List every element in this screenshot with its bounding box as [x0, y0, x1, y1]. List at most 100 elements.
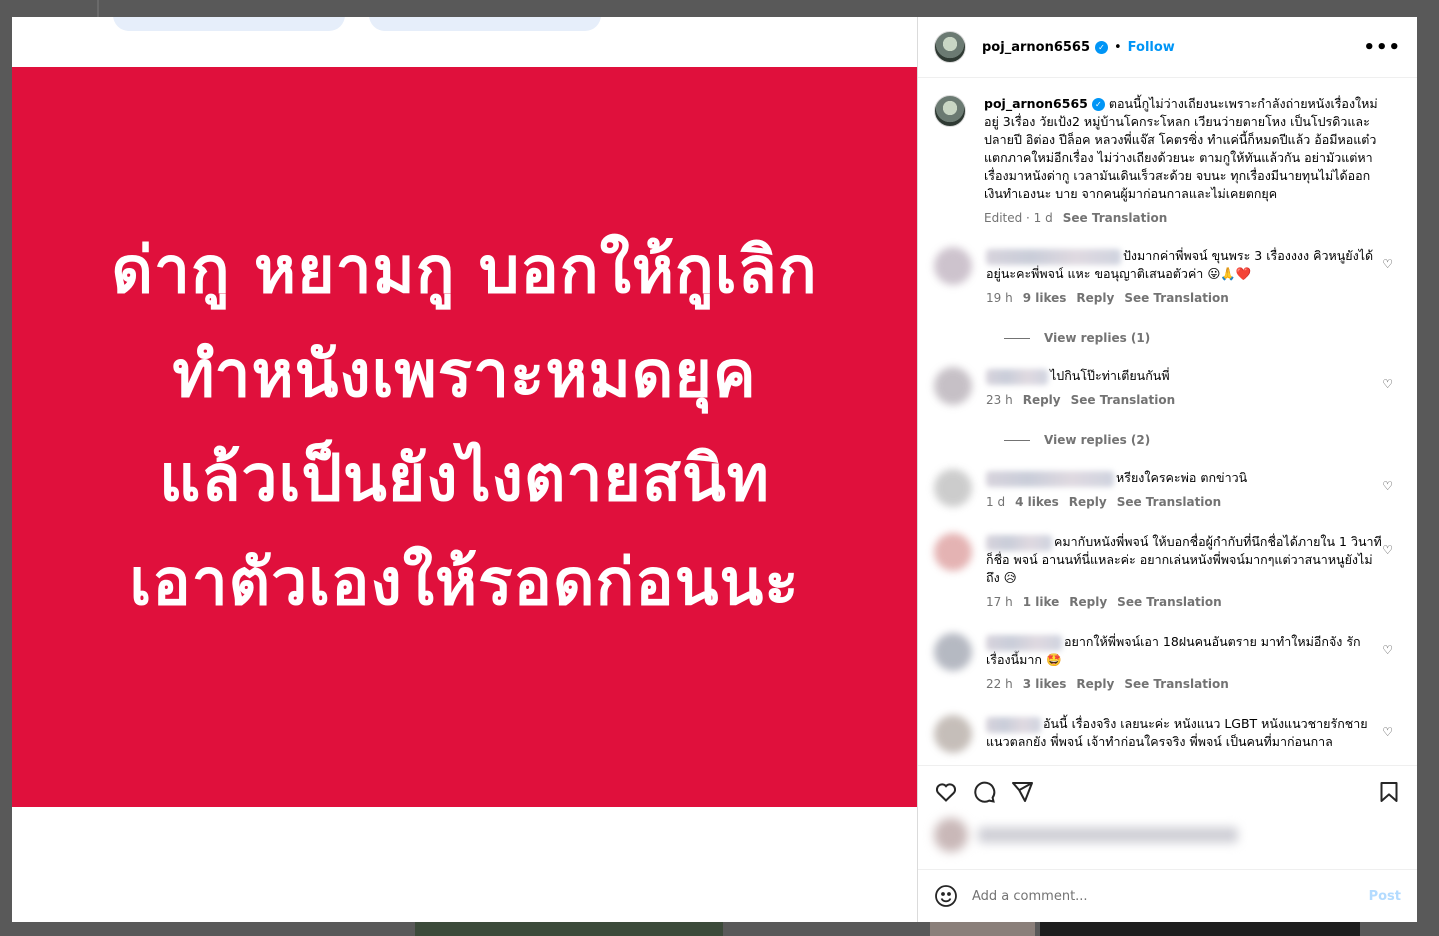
emoji-icon[interactable]: [934, 884, 958, 908]
comment-item: ไปกินโป๊ะท่าเตียนกันพี่ 23 h Reply See T…: [934, 367, 1403, 409]
comment-time: 22 h: [986, 677, 1013, 691]
avatar[interactable]: [934, 367, 972, 405]
comment-input[interactable]: [972, 888, 1369, 904]
comment-text: อันนี้ เรื่องจริง เลยนะค่ะ หนังแนว LGBT …: [986, 716, 1368, 749]
avatar[interactable]: [934, 95, 966, 127]
comment-likes[interactable]: 1 like: [1023, 593, 1060, 611]
view-replies-label: View replies (2): [1044, 433, 1151, 447]
verified-badge-icon: ✓: [1095, 40, 1108, 54]
comment-body: คมากับหนังพี่พจน์ ให้บอกชื่อผู้กำกับที่น…: [986, 533, 1384, 611]
see-translation-link[interactable]: See Translation: [1117, 493, 1222, 511]
post-comment-button[interactable]: Post: [1369, 889, 1401, 904]
avatar[interactable]: [934, 533, 972, 571]
comment-icon[interactable]: [972, 780, 996, 804]
comment-time: 23 h: [986, 393, 1013, 407]
post-image-text-line: แล้วเป็นยังไงตายสนิท: [159, 442, 770, 516]
comment-time: 1 d: [986, 495, 1006, 509]
caption-text: ตอนนี้กูไม่ว่างเถียงนะเพราะกำลังถ่ายหนัง…: [984, 96, 1378, 201]
comment-item: หรียงใครคะพ่อ ตกข่าวนิ 1 d 4 likes Reply…: [934, 469, 1403, 511]
avatar[interactable]: [934, 469, 972, 507]
comment-likes[interactable]: 3 likes: [1023, 675, 1067, 693]
reply-button[interactable]: Reply: [1023, 391, 1061, 409]
comments-scroll-area[interactable]: poj_arnon6565 ✓ ตอนนี้กูไม่ว่างเถียงนะเพรา…: [918, 79, 1417, 764]
more-options-icon[interactable]: •••: [1363, 37, 1401, 58]
background-thumb: [930, 922, 1035, 936]
comment-text: ไปกินโป๊ะท่าเตียนกันพี่: [1050, 368, 1170, 383]
comment-username-redacted[interactable]: [986, 534, 1052, 551]
comment-emojis: 🤩: [1045, 652, 1062, 667]
post-image-text-line: เอาตัวเองให้รอดก่อนนะ: [129, 546, 800, 620]
avatar[interactable]: [934, 31, 966, 63]
comment-username-redacted[interactable]: [986, 470, 1114, 487]
post-image-text-line: ด่ากู หยามกู บอกให้กูเลิก: [111, 234, 818, 308]
post-image: ด่ากู หยามกู บอกให้กูเลิก ทำหนังเพราะหมด…: [12, 67, 917, 807]
comment-like-heart-icon[interactable]: ♡: [1382, 377, 1393, 391]
comment-like-heart-icon[interactable]: ♡: [1382, 725, 1393, 739]
comment-item: อันนี้ เรื่องจริง เลยนะค่ะ หนังแนว LGBT …: [934, 715, 1403, 753]
comment-text: หรียงใครคะพ่อ ตกข่าวนิ: [1116, 470, 1248, 485]
comment-body: หรียงใครคะพ่อ ตกข่าวนิ 1 d 4 likes Reply…: [986, 469, 1384, 511]
caption-username[interactable]: poj_arnon6565: [984, 96, 1088, 111]
comment-emojis: 😥: [1003, 570, 1017, 585]
view-replies-button[interactable]: View replies (2): [1004, 433, 1403, 447]
comment-likes[interactable]: 9 likes: [1023, 289, 1067, 307]
caption: poj_arnon6565 ✓ ตอนนี้กูไม่ว่างเถียงนะเพรา…: [934, 95, 1403, 227]
comment-body: ไปกินโป๊ะท่าเตียนกันพี่ 23 h Reply See T…: [986, 367, 1384, 409]
view-replies-line: [1004, 337, 1030, 339]
comment-meta: 1 d 4 likes Reply See Translation: [986, 493, 1384, 511]
comment-body: อันนี้ เรื่องจริง เลยนะค่ะ หนังแนว LGBT …: [986, 715, 1384, 753]
comment-time: 19 h: [986, 291, 1013, 305]
see-translation-link[interactable]: See Translation: [1124, 675, 1229, 693]
comment-item: ปังมากค่าพี่พจน์ ขุนพระ 3 เรื่องงงง คิวห…: [934, 247, 1403, 307]
reply-button[interactable]: Reply: [1069, 493, 1107, 511]
post-header: poj_arnon6565 ✓ • Follow •••: [918, 17, 1417, 78]
comment-item: อยากให้พี่พจน์เอา 18ฝนคนอันตราย มาทำใหม่…: [934, 633, 1403, 693]
comment-body: อยากให้พี่พจน์เอา 18ฝนคนอันตราย มาทำใหม่…: [986, 633, 1384, 693]
view-replies-button[interactable]: View replies (1): [1004, 331, 1403, 345]
view-replies-label: View replies (1): [1044, 331, 1151, 345]
liked-by-redacted: [934, 818, 1401, 852]
comment-composer: Post: [918, 869, 1417, 922]
comment-meta: 23 h Reply See Translation: [986, 391, 1384, 409]
avatar[interactable]: [934, 633, 972, 671]
follow-button[interactable]: Follow: [1128, 40, 1175, 55]
comment-like-heart-icon[interactable]: ♡: [1382, 643, 1393, 657]
background-thumb: [1040, 922, 1360, 936]
see-translation-link[interactable]: See Translation: [1117, 593, 1222, 611]
see-translation-link[interactable]: See Translation: [1071, 391, 1176, 409]
comment-username-redacted[interactable]: [986, 248, 1121, 265]
bookmark-icon[interactable]: [1377, 780, 1401, 804]
avatar[interactable]: [934, 247, 972, 285]
background-thumb: [415, 922, 723, 936]
background-feed: [97, 0, 99, 17]
heart-icon[interactable]: [934, 780, 958, 804]
comment-username-redacted[interactable]: [986, 368, 1048, 385]
comment-emojis: 😛🙏❤️: [1207, 266, 1252, 281]
verified-badge-icon: ✓: [1091, 98, 1105, 111]
reply-button[interactable]: Reply: [1076, 289, 1114, 307]
comment-body: ปังมากค่าพี่พจน์ ขุนพระ 3 เรื่องงงง คิวห…: [986, 247, 1384, 307]
comment-like-heart-icon[interactable]: ♡: [1382, 479, 1393, 493]
post-actions: [918, 765, 1417, 855]
comment-time: 17 h: [986, 595, 1013, 609]
comment-meta: 17 h 1 like Reply See Translation: [986, 593, 1384, 611]
caption-body: poj_arnon6565 ✓ ตอนนี้กูไม่ว่างเถียงนะเพรา…: [984, 95, 1382, 227]
comment-like-heart-icon[interactable]: ♡: [1382, 543, 1393, 557]
comment-item: คมากับหนังพี่พจน์ ให้บอกชื่อผู้กำกับที่น…: [934, 533, 1403, 611]
comment-like-heart-icon[interactable]: ♡: [1382, 257, 1393, 271]
see-translation-link[interactable]: See Translation: [1063, 209, 1168, 227]
avatar[interactable]: [934, 715, 972, 753]
share-icon[interactable]: [1010, 780, 1034, 804]
caption-edited: Edited · 1 d: [984, 211, 1053, 225]
comment-meta: 19 h 9 likes Reply See Translation: [986, 289, 1384, 307]
post-username[interactable]: poj_arnon6565: [982, 40, 1090, 55]
caption-meta: Edited · 1 d See Translation: [984, 209, 1382, 227]
comment-username-redacted[interactable]: [986, 716, 1041, 733]
comment-meta: 22 h 3 likes Reply See Translation: [986, 675, 1384, 693]
see-translation-link[interactable]: See Translation: [1124, 289, 1229, 307]
comment-username-redacted[interactable]: [986, 634, 1062, 651]
separator-dot: •: [1114, 39, 1122, 55]
reply-button[interactable]: Reply: [1069, 593, 1107, 611]
comment-likes[interactable]: 4 likes: [1015, 493, 1059, 511]
reply-button[interactable]: Reply: [1076, 675, 1114, 693]
